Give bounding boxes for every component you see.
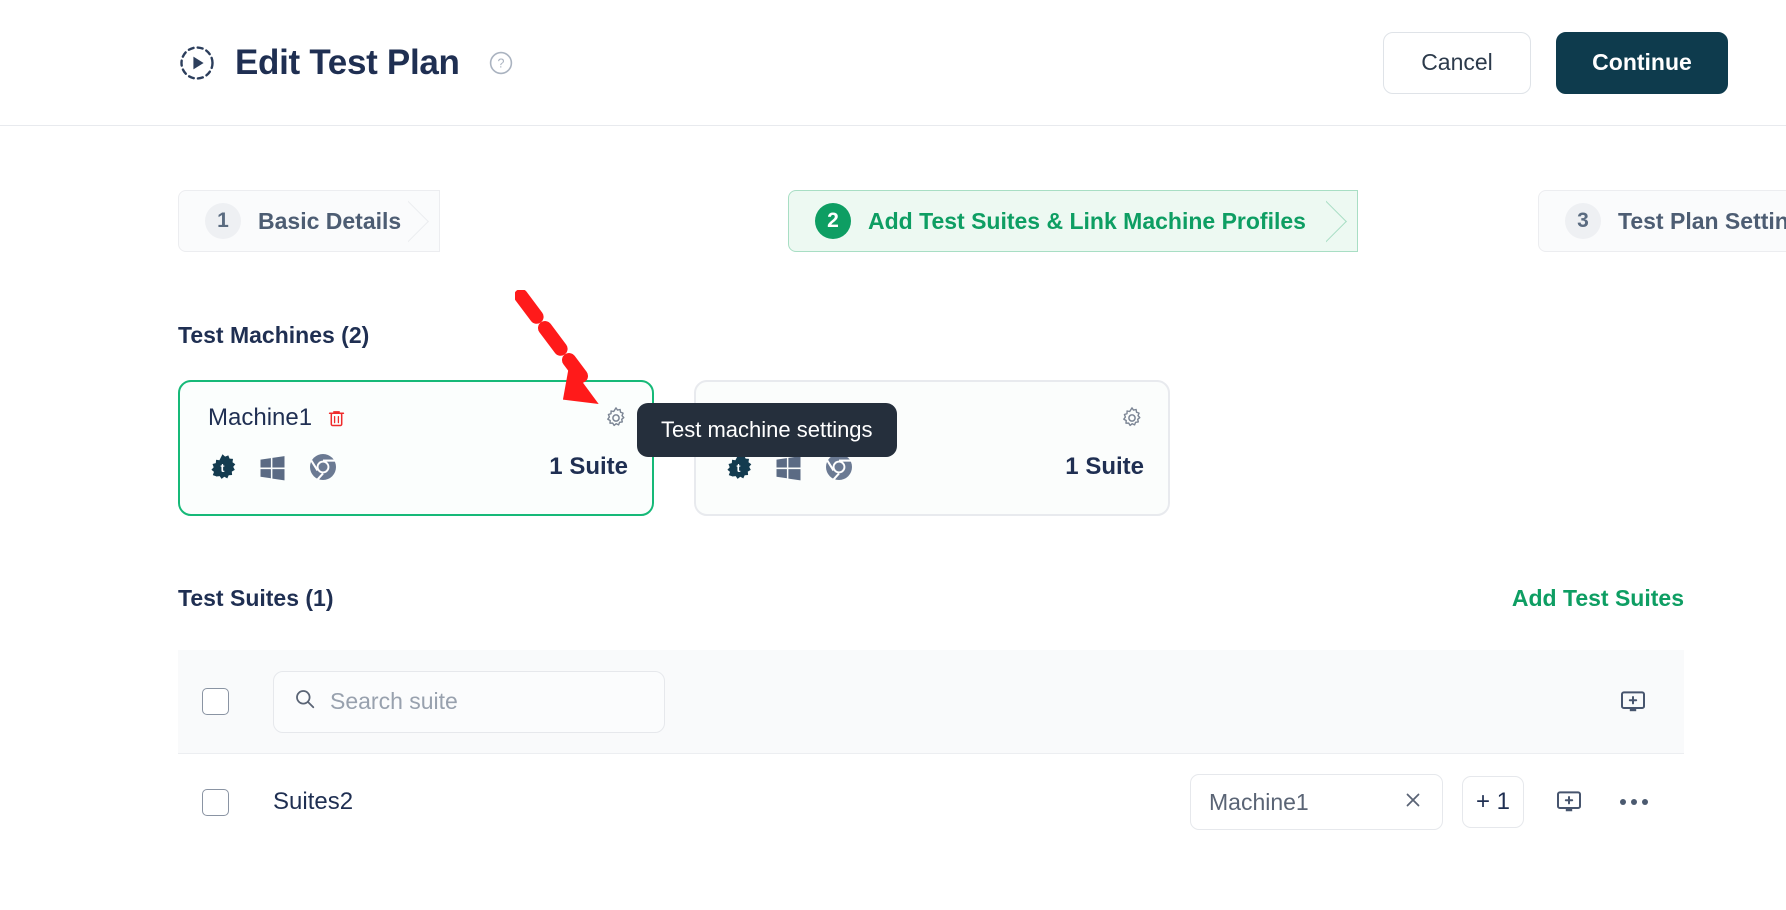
step-add-test-suites[interactable]: 2 Add Test Suites & Link Machine Profile… (788, 190, 1358, 252)
header-left-group: Edit Test Plan ? (178, 43, 513, 83)
table-row[interactable]: Suites2 Machine1 + 1 (178, 754, 1684, 850)
step-3-label: Test Plan Settings (1618, 207, 1786, 234)
test-suites-heading: Test Suites (1) (178, 585, 334, 611)
machine-card-1-header: Machine1 (208, 402, 628, 434)
machine-card-1-suite-count: 1 Suite (549, 453, 628, 480)
dot (1642, 799, 1648, 805)
step-1-chevron (408, 190, 470, 252)
page-title: Edit Test Plan (235, 42, 460, 82)
chrome-icon (308, 452, 338, 482)
monitor-plus-icon[interactable] (1618, 687, 1648, 717)
step-1-number: 1 (205, 203, 241, 239)
test-machine-card-1[interactable]: Machine1 t 1 Suite (178, 380, 654, 516)
step-test-plan-settings[interactable]: 3 Test Plan Settings (1538, 190, 1786, 252)
close-icon[interactable] (1402, 789, 1424, 816)
add-test-suites-link[interactable]: Add Test Suites (1512, 585, 1684, 612)
wizard-stepper: 1 Basic Details 2 Add Test Suites & Link… (178, 190, 1786, 252)
windows-icon (258, 453, 287, 482)
step-2-chevron (1326, 190, 1388, 252)
header-actions: Cancel Continue (1383, 31, 1728, 94)
test-suites-table: Search suite Suites2 Machine1 + 1 (178, 650, 1684, 850)
step-3-number: 3 (1565, 203, 1601, 239)
machine-card-1-name: Machine1 (208, 404, 313, 431)
extra-machines-count[interactable]: + 1 (1462, 776, 1524, 828)
more-horizontal-icon[interactable] (1620, 799, 1648, 805)
step-2-number: 2 (815, 203, 851, 239)
dot (1620, 799, 1626, 805)
dot (1631, 799, 1637, 805)
test-suites-toolbar: Search suite (178, 650, 1684, 754)
tooltip-test-machine-settings: Test machine settings (637, 403, 897, 457)
app-header: Edit Test Plan ? Cancel Continue (0, 0, 1786, 126)
help-circle-icon[interactable]: ? (489, 51, 513, 75)
select-all-checkbox[interactable] (202, 688, 229, 715)
monitor-plus-icon[interactable] (1554, 787, 1584, 817)
machine-card-2-suite-count: 1 Suite (1065, 453, 1144, 480)
play-circle-dashed-icon (178, 44, 216, 82)
config-gear-icon: t (208, 453, 237, 482)
suite-name: Suites2 (273, 788, 354, 815)
svg-text:t: t (737, 461, 741, 475)
machine-card-1-meta: t 1 Suite (208, 452, 628, 482)
svg-text:t: t (221, 461, 225, 475)
trash-icon[interactable] (326, 408, 347, 429)
machine-card-1-os-icons: t (208, 452, 338, 482)
gear-icon[interactable] (1120, 406, 1144, 430)
search-suite-input[interactable]: Search suite (273, 670, 665, 733)
row-checkbox[interactable] (202, 788, 229, 816)
gear-icon[interactable] (604, 406, 628, 430)
machine-chip-label: Machine1 (1209, 788, 1309, 815)
cancel-button[interactable]: Cancel (1383, 31, 1531, 94)
svg-text:?: ? (497, 56, 504, 70)
test-suites-header: Test Suites (1) Add Test Suites (178, 585, 1684, 612)
step-1-label: Basic Details (258, 207, 402, 234)
search-suite-placeholder: Search suite (330, 688, 458, 714)
step-basic-details[interactable]: 1 Basic Details (178, 190, 440, 252)
step-2-label: Add Test Suites & Link Machine Profiles (868, 207, 1306, 234)
continue-button[interactable]: Continue (1556, 31, 1728, 94)
machine-chip[interactable]: Machine1 (1190, 774, 1443, 830)
search-icon (294, 688, 316, 715)
test-machines-heading: Test Machines (2) (178, 322, 370, 348)
